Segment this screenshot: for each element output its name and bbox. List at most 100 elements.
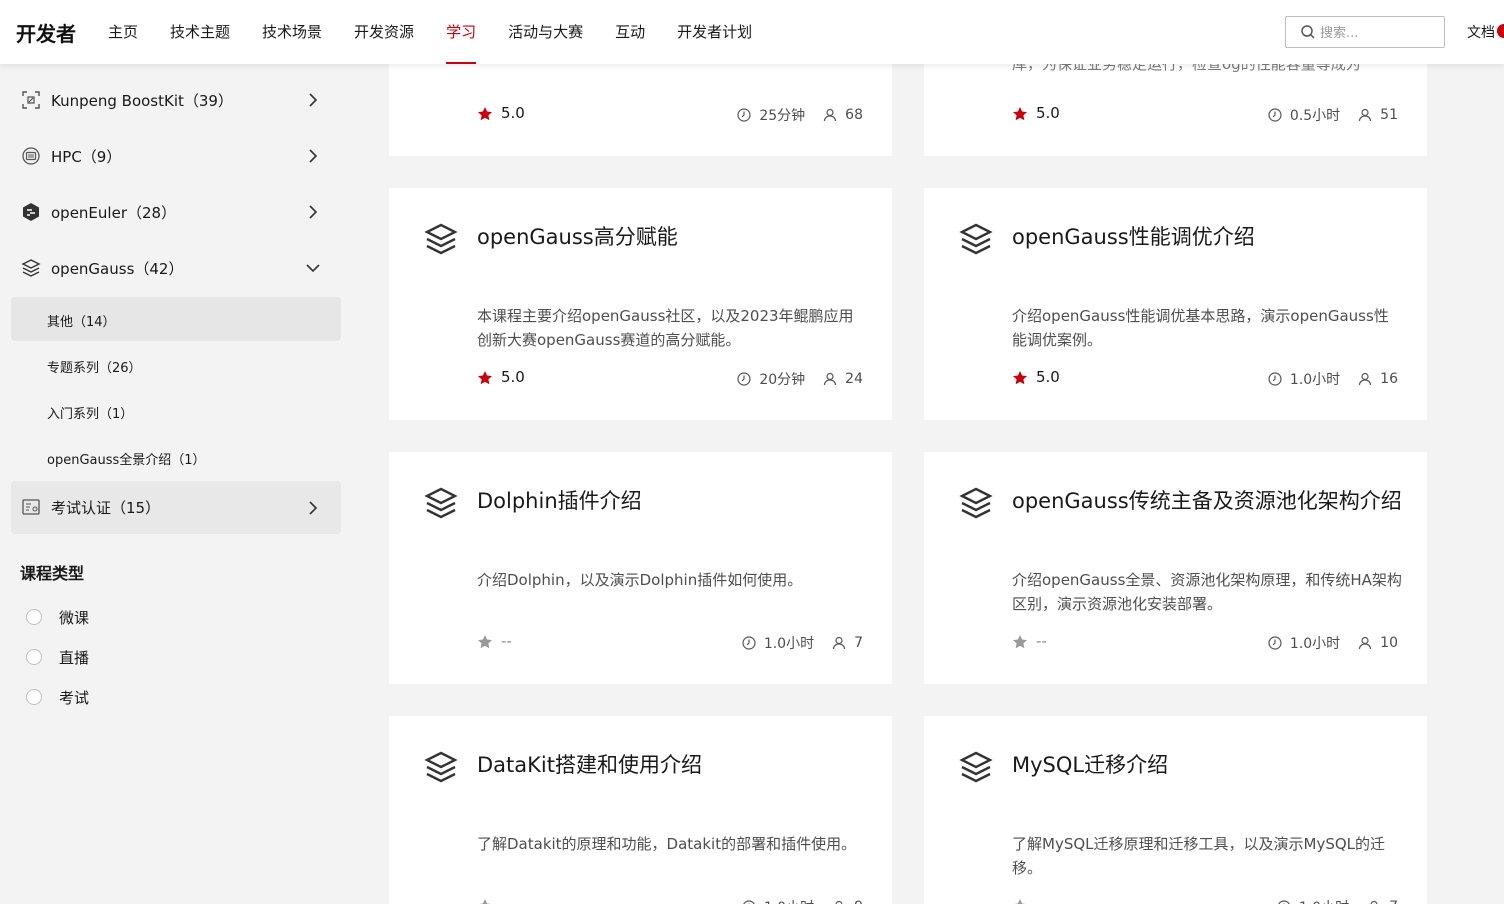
user-icon	[824, 108, 837, 122]
radio-label: 考试	[59, 689, 90, 707]
search-icon	[1301, 25, 1315, 39]
course-card[interactable]: openGauss传统主备及资源池化架构介绍介绍openGauss全景、资源池化…	[924, 452, 1427, 684]
opengauss-logo-icon	[959, 487, 993, 519]
card-title[interactable]: Dolphin插件介绍	[477, 486, 867, 516]
nav-tech-topics[interactable]: 技术主题	[154, 0, 246, 64]
opengauss-logo-icon	[959, 223, 993, 255]
card-meta: -- 1.0小时 10	[1012, 632, 1398, 654]
opengauss-logo-icon	[424, 223, 458, 255]
nav-interaction[interactable]: 互动	[599, 0, 661, 64]
card-meta: 5.0 20分钟 24	[477, 368, 863, 390]
card-duration: 0.5小时	[1289, 108, 1341, 124]
card-learners: 24	[845, 371, 863, 387]
sidebar-item-label: openGauss（42）	[51, 260, 184, 278]
sidebar-subitem-label: openGauss全景介绍（1）	[47, 453, 206, 468]
card-duration: 1.0小时	[1289, 636, 1341, 652]
nav-events[interactable]: 活动与大赛	[492, 0, 599, 64]
opengauss-logo-icon	[959, 751, 993, 783]
course-card[interactable]: openGauss高分赋能本课程主要介绍openGauss社区，以及2023年鲲…	[389, 188, 892, 420]
card-duration: 1.0小时	[763, 636, 815, 652]
card-description: 介绍Dolphin，以及演示Dolphin插件如何使用。	[477, 571, 803, 589]
card-learners: 51	[1380, 107, 1398, 123]
radio-button[interactable]	[26, 689, 42, 705]
course-card[interactable]: Dolphin插件介绍 介绍Dolphin，以及演示Dolphin插件如何使用。 -…	[389, 452, 892, 684]
course-type-heading: 课程类型	[20, 564, 85, 583]
sidebar-subitem-topic-series[interactable]: 专题系列（26）	[11, 343, 341, 387]
top-navigation-bar: 开发者 主页 技术主题 技术场景 开发资源 学习 活动与大赛 互动 开发者计划 …	[0, 0, 1504, 64]
radio-button[interactable]	[26, 649, 42, 665]
card-learners: 7	[1389, 899, 1398, 904]
card-description: 介绍openGauss全景、资源池化架构原理，和传统HA架构区别，演示资源池化安…	[1012, 571, 1402, 613]
sidebar-item-label: openEuler（28）	[51, 204, 177, 222]
chevron-right-icon	[309, 93, 318, 107]
card-title[interactable]: openGauss传统主备及资源池化架构介绍	[1012, 486, 1402, 516]
sidebar-item-opengauss[interactable]: openGauss（42）	[11, 246, 341, 290]
kunpeng-icon	[22, 91, 40, 109]
chevron-right-icon	[309, 501, 318, 515]
sidebar-item-label: HPC（9）	[51, 148, 122, 166]
site-logo[interactable]: 开发者	[16, 18, 76, 47]
openeuler-icon	[23, 203, 39, 221]
main-nav: 主页 技术主题 技术场景 开发资源 学习 活动与大赛 互动 开发者计划	[92, 0, 768, 64]
search-input[interactable]	[1320, 23, 1438, 43]
sidebar-subitem-overview[interactable]: openGauss全景介绍（1）	[11, 435, 341, 479]
radio-label: 直播	[59, 649, 90, 667]
card-learners: 9	[854, 899, 863, 904]
card-description: 了解Datakit的原理和功能，Datakit的部署和插件使用。	[477, 835, 857, 853]
star-icon	[478, 371, 492, 385]
card-learners: 68	[845, 107, 863, 123]
nav-developer-program[interactable]: 开发者计划	[661, 0, 768, 64]
opengauss-logo-icon	[424, 751, 458, 783]
sidebar-subitem-intro-series[interactable]: 入门系列（1）	[11, 389, 341, 433]
card-description: 本课程主要介绍openGauss社区，以及2023年鲲鹏应用创新大赛openGa…	[477, 307, 854, 349]
clock-icon	[742, 900, 755, 904]
card-rating: 5.0	[501, 104, 525, 122]
docs-link[interactable]: 文档	[1467, 22, 1495, 42]
sidebar-item-label: 考试认证（15）	[51, 499, 161, 517]
search-box[interactable]	[1285, 16, 1445, 48]
category-sidebar: Kunpeng BoostKit（39） HPC（9） openEuler（28…	[0, 64, 360, 904]
nav-dev-resources[interactable]: 开发资源	[338, 0, 430, 64]
card-meta: 5.0 1.0小时 16	[1012, 368, 1398, 390]
card-duration: 1.0小时	[1289, 372, 1341, 388]
card-description: 介绍openGauss性能调优基本思路，演示openGauss性能调优案例。	[1012, 307, 1389, 349]
card-title[interactable]: MySQL迁移介绍	[1012, 750, 1402, 780]
chevron-down-icon	[306, 264, 320, 273]
sidebar-item-hpc[interactable]: HPC（9）	[11, 134, 341, 178]
card-meta: 5.0 0.5小时 51	[1012, 104, 1398, 126]
sidebar-item-exam-certification[interactable]: 考试认证（15）	[11, 481, 341, 534]
clock-icon	[1268, 108, 1282, 122]
sidebar-subitem-label: 入门系列（1）	[47, 407, 134, 422]
card-title[interactable]: openGauss高分赋能	[477, 222, 867, 252]
sidebar-subitem-label: 专题系列（26）	[47, 361, 142, 376]
card-learners: 16	[1380, 371, 1398, 387]
star-icon	[1013, 107, 1027, 121]
sidebar-item-label: Kunpeng BoostKit（39）	[51, 92, 233, 110]
card-rating: 5.0	[1036, 368, 1060, 386]
course-card[interactable]: DataKit搭建和使用介绍了解Datakit的原理和功能，Datakit的部署…	[389, 716, 892, 904]
star-icon	[1013, 899, 1027, 904]
card-title[interactable]: openGauss性能调优介绍	[1012, 222, 1402, 252]
hpc-icon	[22, 147, 40, 165]
user-icon	[1359, 636, 1372, 650]
radio-button[interactable]	[26, 609, 42, 625]
user-icon	[835, 900, 843, 904]
clock-icon	[1268, 372, 1282, 386]
opengauss-logo-icon	[424, 487, 458, 519]
card-title[interactable]: DataKit搭建和使用介绍	[477, 750, 867, 780]
nav-learning[interactable]: 学习	[430, 0, 492, 64]
course-card[interactable]: MySQL迁移介绍了解MySQL迁移原理和迁移工具，以及演示MySQL的迁移。 1…	[924, 716, 1427, 904]
nav-home[interactable]: 主页	[92, 0, 154, 64]
user-icon	[1359, 372, 1372, 386]
sidebar-subitem-other[interactable]: 其他（14）	[11, 297, 341, 341]
card-duration: 25分钟	[759, 108, 806, 124]
course-card[interactable]: openGauss性能调优介绍介绍openGauss性能调优基本思路，演示ope…	[924, 188, 1427, 420]
nav-tech-scenarios[interactable]: 技术场景	[246, 0, 338, 64]
sidebar-item-openeuler[interactable]: openEuler（28）	[11, 190, 341, 234]
sidebar-item-kunpeng[interactable]: Kunpeng BoostKit（39）	[11, 78, 341, 122]
star-icon	[1013, 371, 1027, 385]
clock-icon	[737, 108, 751, 122]
star-icon	[478, 635, 492, 649]
chevron-right-icon	[309, 205, 318, 219]
card-duration: 20分钟	[759, 372, 806, 388]
